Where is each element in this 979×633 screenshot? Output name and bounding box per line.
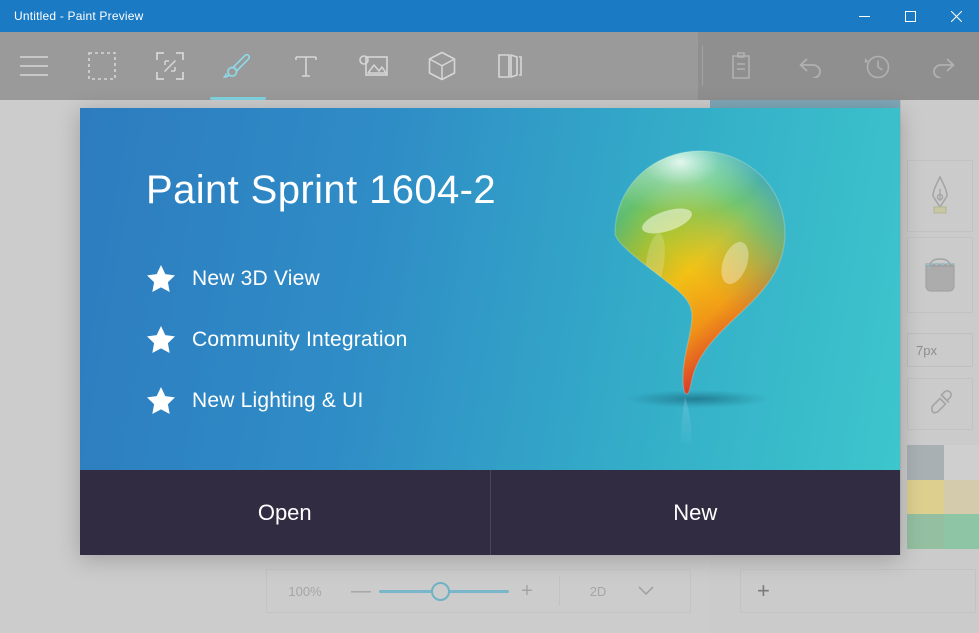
right-tool-panel: 7px: [900, 100, 979, 633]
crop-resize-icon[interactable]: [136, 32, 204, 100]
new-button[interactable]: New: [489, 470, 901, 555]
history-icon[interactable]: [843, 32, 911, 100]
redo-icon[interactable]: [911, 32, 979, 100]
brush-icon[interactable]: [204, 32, 272, 100]
calligraphy-pen-icon[interactable]: [907, 160, 973, 232]
toolbar-right-group: [698, 32, 979, 100]
add-color-row: +: [710, 555, 979, 633]
paint-drop-logo: [585, 143, 815, 451]
select-icon[interactable]: [68, 32, 136, 100]
paste-icon[interactable]: [707, 32, 775, 100]
swatch-gray-light[interactable]: [944, 445, 979, 480]
color-swatch-grid: [907, 445, 979, 549]
status-bar: 100% — + 2D: [0, 555, 710, 633]
paint-bucket-icon[interactable]: [907, 237, 973, 313]
zoom-control-group: 100% — + 2D: [266, 569, 691, 613]
eyedropper-icon[interactable]: [907, 378, 973, 430]
welcome-actions: Open New: [80, 470, 900, 555]
status-bar-divider: [559, 576, 560, 606]
title-bar: Untitled - Paint Preview: [0, 0, 979, 32]
star-icon: [146, 386, 192, 415]
menu-icon[interactable]: [0, 32, 68, 100]
zoom-out-button[interactable]: —: [343, 581, 379, 601]
swatch-gray-dark[interactable]: [907, 445, 944, 480]
canvas-icon[interactable]: [476, 32, 544, 100]
app-window: Untitled - Paint Preview 7px + 100% — + …: [0, 0, 979, 633]
toolbar-separator: [702, 46, 703, 86]
main-toolbar: [0, 32, 979, 100]
feature-label: Community Integration: [192, 327, 408, 351]
add-color-button[interactable]: +: [740, 569, 976, 613]
swatch-green-light[interactable]: [944, 514, 979, 549]
undo-icon[interactable]: [775, 32, 843, 100]
view-mode-label: 2D: [589, 583, 607, 599]
zoom-slider[interactable]: [379, 580, 509, 602]
swatch-tan-light[interactable]: [944, 479, 979, 515]
zoom-in-button[interactable]: +: [509, 581, 545, 601]
list-item: Community Integration: [146, 309, 407, 370]
effects-icon[interactable]: [340, 32, 408, 100]
swatch-tan-dark[interactable]: [907, 479, 944, 515]
star-icon: [146, 325, 192, 354]
minimize-button[interactable]: [841, 0, 887, 32]
welcome-dialog: Paint Sprint 1604-2 New 3D View Communit…: [80, 108, 900, 555]
window-title: Untitled - Paint Preview: [14, 9, 144, 23]
maximize-button[interactable]: [887, 0, 933, 32]
feature-label: New 3D View: [192, 266, 320, 290]
welcome-hero: Paint Sprint 1604-2 New 3D View Communit…: [80, 108, 900, 470]
list-item: New 3D View: [146, 248, 407, 309]
feature-list: New 3D View Community Integration New Li…: [146, 248, 407, 431]
swatch-green-dark[interactable]: [907, 514, 944, 549]
feature-label: New Lighting & UI: [192, 388, 364, 412]
star-icon: [146, 264, 192, 293]
welcome-title: Paint Sprint 1604-2: [146, 168, 497, 212]
zoom-slider-thumb[interactable]: [431, 582, 450, 601]
close-button[interactable]: [933, 0, 979, 32]
list-item: New Lighting & UI: [146, 370, 407, 431]
brush-size-field[interactable]: 7px: [907, 333, 973, 367]
open-button[interactable]: Open: [80, 470, 490, 555]
chevron-down-icon[interactable]: [628, 586, 664, 596]
plus-icon: +: [757, 578, 770, 603]
window-controls: [841, 0, 979, 32]
cube-3d-icon[interactable]: [408, 32, 476, 100]
text-icon[interactable]: [272, 32, 340, 100]
brush-size-value: 7px: [916, 342, 937, 358]
zoom-level-label: 100%: [288, 583, 322, 599]
